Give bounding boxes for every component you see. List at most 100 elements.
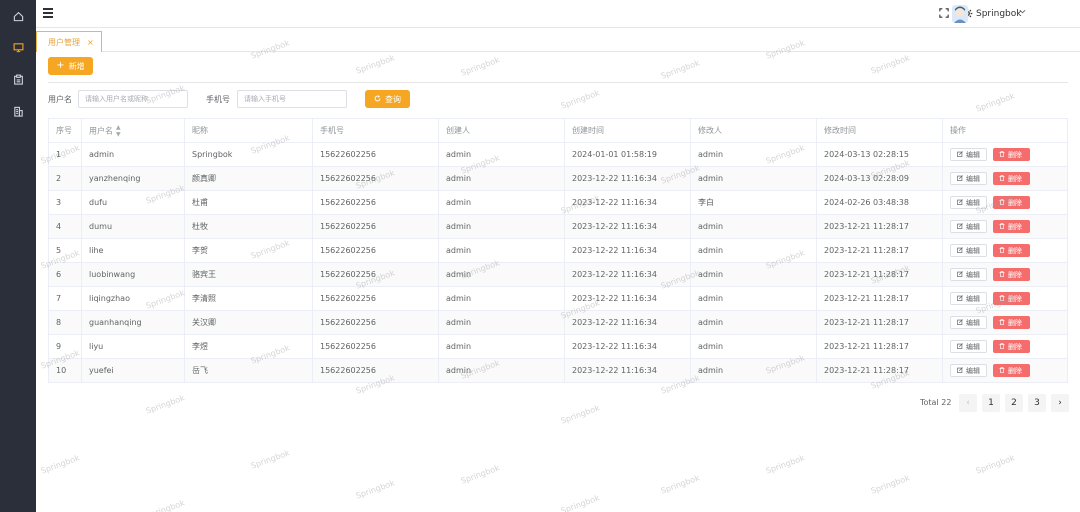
cell-nickname: 李贺 — [184, 238, 313, 263]
page-1-button[interactable]: 1 — [982, 394, 1000, 412]
edit-icon — [957, 366, 963, 375]
cell-username: liqingzhao — [81, 286, 185, 311]
delete-button[interactable]: 删除 — [993, 364, 1030, 377]
cell-created-at: 2023-12-22 11:16:34 — [564, 214, 691, 239]
edit-button[interactable]: 编辑 — [950, 292, 987, 305]
cell-index: 9 — [48, 334, 82, 359]
cell-modifier: admin — [690, 262, 817, 287]
edit-icon — [957, 222, 963, 231]
delete-button[interactable]: 删除 — [993, 316, 1030, 329]
cell-nickname: 颜真卿 — [184, 166, 313, 191]
page-2-button[interactable]: 2 — [1005, 394, 1023, 412]
cell-modifier: admin — [690, 286, 817, 311]
fullscreen-icon[interactable] — [938, 7, 950, 19]
chevron-down-icon[interactable] — [1019, 8, 1026, 17]
username-search-input[interactable] — [78, 90, 188, 108]
cell-nickname: 李煜 — [184, 334, 313, 359]
watermark-text: Springbok — [39, 453, 81, 476]
add-user-button[interactable]: + 新增 — [48, 57, 93, 75]
table-row: 9 liyu 李煜 15622602256 admin 2023-12-22 11:16:… — [48, 334, 1068, 359]
col-header-modifier: 修改人 — [690, 118, 817, 143]
delete-button[interactable]: 删除 — [993, 220, 1030, 233]
watermark-text: Springbok — [354, 53, 396, 76]
edit-button[interactable]: 编辑 — [950, 364, 987, 377]
monitor-icon[interactable] — [12, 41, 24, 53]
watermark-text: Springbok — [144, 498, 186, 512]
username-filter-label: 用户名 — [48, 95, 72, 104]
tab-user-management[interactable]: 用户管理 × — [36, 31, 102, 52]
divider — [48, 82, 1068, 83]
watermark-text: Springbok — [354, 478, 396, 501]
cell-actions: 编辑 删除 — [942, 142, 1068, 167]
delete-button[interactable]: 删除 — [993, 196, 1030, 209]
delete-label: 删除 — [1008, 294, 1022, 303]
watermark-text: Springbok — [559, 403, 601, 426]
edit-icon — [957, 294, 963, 303]
edit-button[interactable]: 编辑 — [950, 220, 987, 233]
username[interactable]: Springbok — [976, 9, 1021, 19]
cell-created-at: 2023-12-22 11:16:34 — [564, 286, 691, 311]
add-button-label: 新增 — [68, 61, 85, 71]
cell-username: yuefei — [81, 358, 185, 383]
cell-actions: 编辑 删除 — [942, 310, 1068, 335]
delete-button[interactable]: 删除 — [993, 172, 1030, 185]
edit-icon — [957, 318, 963, 327]
cell-created-at: 2023-12-22 11:16:34 — [564, 334, 691, 359]
delete-label: 删除 — [1008, 198, 1022, 207]
table-row: 4 dumu 杜牧 15622602256 admin 2023-12-22 11:16:… — [48, 214, 1068, 239]
delete-button[interactable]: 删除 — [993, 244, 1030, 257]
search-button[interactable]: 查询 — [365, 90, 410, 108]
edit-label: 编辑 — [966, 174, 980, 183]
cell-modified-at: 2023-12-21 11:28:17 — [816, 310, 943, 335]
col-header-modified-at: 修改时间 — [816, 118, 943, 143]
cell-actions: 编辑 删除 — [942, 166, 1068, 191]
edit-button[interactable]: 编辑 — [950, 316, 987, 329]
watermark-text: Springbok — [659, 473, 701, 496]
cell-nickname: Springbok — [184, 142, 313, 167]
close-icon[interactable]: × — [87, 38, 94, 47]
cell-phone: 15622602256 — [312, 238, 439, 263]
sort-icon[interactable]: ▲ ▼ — [116, 124, 121, 138]
cell-nickname: 骆宾王 — [184, 262, 313, 287]
cell-modifier: 李白 — [690, 190, 817, 215]
cell-username: luobinwang — [81, 262, 185, 287]
trash-icon — [999, 150, 1005, 159]
cell-username: dufu — [81, 190, 185, 215]
menu-icon[interactable] — [43, 8, 53, 18]
avatar[interactable] — [952, 5, 968, 23]
next-page-button[interactable]: › — [1051, 394, 1069, 412]
home-icon[interactable] — [12, 10, 24, 22]
watermark-text: Springbok — [659, 58, 701, 81]
page-3-button[interactable]: 3 — [1028, 394, 1046, 412]
delete-label: 删除 — [1008, 150, 1022, 159]
delete-button[interactable]: 删除 — [993, 292, 1030, 305]
cell-actions: 编辑 删除 — [942, 262, 1068, 287]
col-header-created-at: 创建时间 — [564, 118, 691, 143]
edit-button[interactable]: 编辑 — [950, 148, 987, 161]
clipboard-icon[interactable] — [12, 73, 24, 85]
delete-button[interactable]: 删除 — [993, 148, 1030, 161]
trash-icon — [999, 246, 1005, 255]
cell-modified-at: 2023-12-21 11:28:17 — [816, 214, 943, 239]
search-button-label: 查询 — [385, 94, 401, 104]
prev-page-button[interactable]: ‹ — [959, 394, 977, 412]
edit-button[interactable]: 编辑 — [950, 340, 987, 353]
table-row: 3 dufu 杜甫 15622602256 admin 2023-12-22 11:16:… — [48, 190, 1068, 215]
cell-phone: 15622602256 — [312, 166, 439, 191]
cell-modifier: admin — [690, 214, 817, 239]
delete-button[interactable]: 删除 — [993, 340, 1030, 353]
phone-search-input[interactable] — [237, 90, 347, 108]
edit-button[interactable]: 编辑 — [950, 268, 987, 281]
cell-created-at: 2024-01-01 01:58:19 — [564, 142, 691, 167]
cell-modified-at: 2023-12-21 11:28:17 — [816, 262, 943, 287]
delete-label: 删除 — [1008, 342, 1022, 351]
building-icon[interactable] — [12, 105, 24, 117]
col-header-username[interactable]: 用户名 ▲ ▼ — [81, 118, 185, 143]
phone-filter-label: 手机号 — [206, 95, 230, 104]
edit-button[interactable]: 编辑 — [950, 196, 987, 209]
edit-icon — [957, 198, 963, 207]
tags-view: 用户管理 × — [36, 28, 1080, 52]
edit-button[interactable]: 编辑 — [950, 244, 987, 257]
edit-button[interactable]: 编辑 — [950, 172, 987, 185]
delete-button[interactable]: 删除 — [993, 268, 1030, 281]
